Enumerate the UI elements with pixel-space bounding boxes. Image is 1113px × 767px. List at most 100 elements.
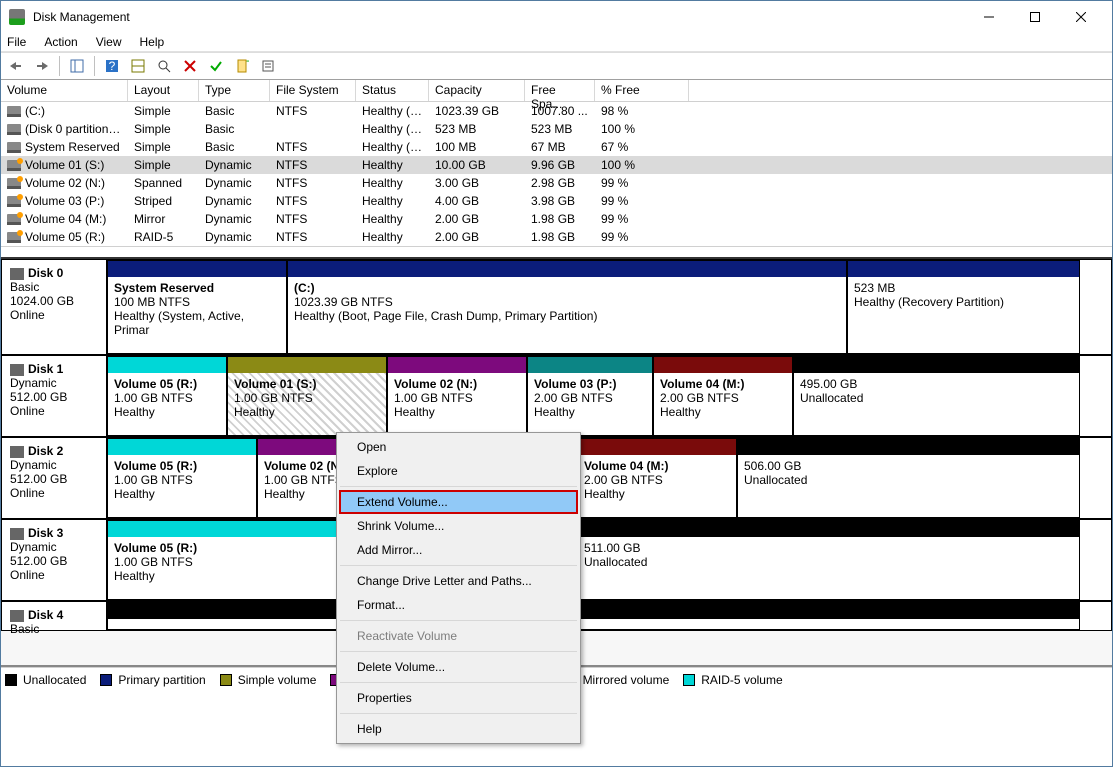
back-button[interactable]	[5, 55, 27, 77]
volume-row[interactable]: Volume 02 (N:)SpannedDynamicNTFSHealthy3…	[1, 174, 1112, 192]
col-layout[interactable]: Layout	[128, 80, 199, 101]
partition-status: Healthy	[394, 405, 520, 419]
ctx-extend-volume[interactable]: Extend Volume...	[339, 490, 578, 514]
ctx-properties[interactable]: Properties	[339, 686, 578, 710]
disk-type: Basic	[10, 622, 98, 636]
volume-row[interactable]: Volume 03 (P:)StripedDynamicNTFSHealthy4…	[1, 192, 1112, 210]
ctx-open[interactable]: Open	[339, 435, 578, 459]
partition-status: Unallocated	[584, 555, 1073, 569]
volume-row[interactable]: Volume 04 (M:)MirrorDynamicNTFSHealthy2.…	[1, 210, 1112, 228]
partition[interactable]: Volume 04 (M:)2.00 GB NTFSHealthy	[653, 356, 793, 436]
find-icon[interactable]	[153, 55, 175, 77]
col-capacity[interactable]: Capacity	[429, 80, 525, 101]
drive-icon	[7, 178, 21, 189]
partition[interactable]: Volume 02 (N:)1.00 GB NTFSHealthy	[387, 356, 527, 436]
disk-state: Online	[10, 568, 98, 582]
forward-button[interactable]	[31, 55, 53, 77]
volume-row[interactable]: (Disk 0 partition 3)SimpleBasicHealthy (…	[1, 120, 1112, 138]
partition[interactable]: Volume 05 (R:)1.00 GB NTFSHealthy	[107, 356, 227, 436]
partition-color-bar	[578, 521, 1079, 537]
disk-type: Basic	[10, 280, 98, 294]
disk-type: Dynamic	[10, 376, 98, 390]
help-icon[interactable]: ?	[101, 55, 123, 77]
disk-icon	[10, 268, 24, 280]
partition[interactable]: 506.00 GBUnallocated	[737, 438, 1080, 518]
ctx-delete-volume[interactable]: Delete Volume...	[339, 655, 578, 679]
partition-color-bar	[108, 357, 226, 373]
partition-status: Healthy (System, Active, Primar	[114, 309, 280, 337]
col-fs[interactable]: File System	[270, 80, 356, 101]
ctx-format[interactable]: Format...	[339, 593, 578, 617]
layout-icon[interactable]	[127, 55, 149, 77]
ctx-add-mirror[interactable]: Add Mirror...	[339, 538, 578, 562]
partition-status: Healthy	[114, 569, 330, 583]
partition-color-bar	[108, 603, 1079, 619]
partition-size: 1.00 GB NTFS	[114, 473, 250, 487]
properties-icon[interactable]	[257, 55, 279, 77]
volume-row[interactable]: System ReservedSimpleBasicNTFSHealthy (S…	[1, 138, 1112, 156]
partition[interactable]	[107, 602, 1080, 630]
delete-icon[interactable]	[179, 55, 201, 77]
maximize-button[interactable]	[1012, 2, 1058, 32]
disk-icon	[10, 610, 24, 622]
disk-title: Disk 1	[28, 362, 63, 376]
col-free[interactable]: Free Spa...	[525, 80, 595, 101]
ctx-shrink-volume[interactable]: Shrink Volume...	[339, 514, 578, 538]
col-volume[interactable]: Volume	[1, 80, 128, 101]
partition[interactable]: 511.00 GBUnallocated	[577, 520, 1080, 600]
disk-type: Dynamic	[10, 458, 98, 472]
volume-row[interactable]: Volume 01 (S:)SimpleDynamicNTFSHealthy10…	[1, 156, 1112, 174]
check-icon[interactable]	[205, 55, 227, 77]
legend-label: Simple volume	[238, 673, 317, 687]
partition-status: Healthy	[660, 405, 786, 419]
drive-icon	[7, 124, 21, 135]
show-hide-button[interactable]	[66, 55, 88, 77]
partition-size: 100 MB NTFS	[114, 295, 280, 309]
partition-size: 1.00 GB NTFS	[114, 391, 220, 405]
close-button[interactable]	[1058, 2, 1104, 32]
partition[interactable]: Volume 04 (M:)2.00 GB NTFSHealthy	[577, 438, 737, 518]
partition[interactable]: 495.00 GBUnallocated	[793, 356, 1080, 436]
partition-color-bar	[108, 439, 256, 455]
disk-title: Disk 3	[28, 526, 63, 540]
partition-status: Healthy	[114, 405, 220, 419]
menu-help[interactable]: Help	[140, 35, 165, 49]
partition[interactable]: Volume 05 (R:)1.00 GB NTFSHealthy	[107, 520, 337, 600]
legend-swatch	[5, 674, 17, 686]
new-icon[interactable]: +	[231, 55, 253, 77]
col-type[interactable]: Type	[199, 80, 270, 101]
col-pfree[interactable]: % Free	[595, 80, 689, 101]
partition-status: Unallocated	[744, 473, 1073, 487]
disk-size: 1024.00 GB	[10, 294, 98, 308]
drive-icon	[7, 232, 21, 243]
volume-row[interactable]: Volume 05 (R:)RAID-5DynamicNTFSHealthy2.…	[1, 228, 1112, 246]
disk-row: Disk 0Basic1024.00 GBOnlineSystem Reserv…	[1, 259, 1112, 355]
ctx-help[interactable]: Help	[339, 717, 578, 741]
legend-swatch	[100, 674, 112, 686]
minimize-button[interactable]	[966, 2, 1012, 32]
partition-size: 523 MB	[854, 281, 1073, 295]
volume-list[interactable]: (C:)SimpleBasicNTFSHealthy (B...1023.39 …	[1, 102, 1112, 247]
partition[interactable]: Volume 05 (R:)1.00 GB NTFSHealthy	[107, 438, 257, 518]
ctx-change-letter[interactable]: Change Drive Letter and Paths...	[339, 569, 578, 593]
volume-list-header: Volume Layout Type File System Status Ca…	[1, 80, 1112, 102]
partition[interactable]: (C:)1023.39 GB NTFSHealthy (Boot, Page F…	[287, 260, 847, 354]
partition-size: 1.00 GB NTFS	[114, 555, 330, 569]
partition-color-bar	[578, 439, 736, 455]
legend-swatch	[220, 674, 232, 686]
legend-label: Mirrored volume	[583, 673, 670, 687]
ctx-explore[interactable]: Explore	[339, 459, 578, 483]
partition[interactable]: 523 MBHealthy (Recovery Partition)	[847, 260, 1080, 354]
menubar: File Action View Help	[1, 32, 1112, 52]
legend-label: RAID-5 volume	[701, 673, 782, 687]
col-status[interactable]: Status	[356, 80, 429, 101]
partition[interactable]: Volume 03 (P:)2.00 GB NTFSHealthy	[527, 356, 653, 436]
disk-icon	[10, 364, 24, 376]
menu-action[interactable]: Action	[44, 35, 77, 49]
partition-status: Healthy	[584, 487, 730, 501]
menu-view[interactable]: View	[96, 35, 122, 49]
partition[interactable]: System Reserved100 MB NTFSHealthy (Syste…	[107, 260, 287, 354]
partition-size: 1.00 GB NTFS	[234, 391, 380, 405]
menu-file[interactable]: File	[7, 35, 26, 49]
partition[interactable]: Volume 01 (S:)1.00 GB NTFSHealthy	[227, 356, 387, 436]
